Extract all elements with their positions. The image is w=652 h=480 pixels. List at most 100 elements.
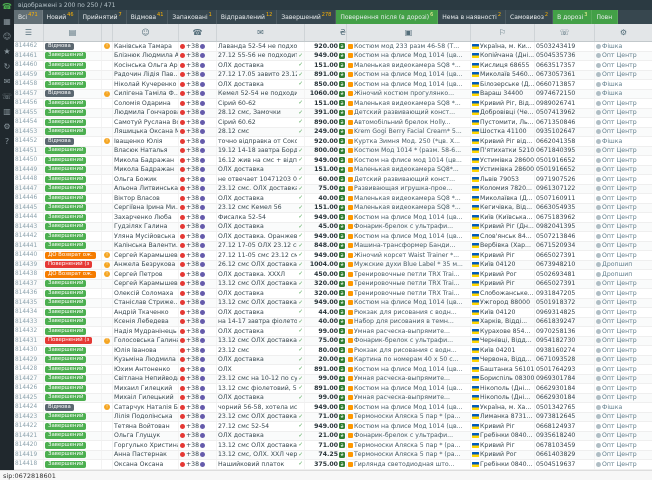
customer-cell[interactable]: Олексій Соломаха xyxy=(113,289,179,298)
customer-cell[interactable]: Сергей Карамышев xyxy=(113,280,179,289)
viber-icon[interactable] xyxy=(200,82,205,87)
call-icon[interactable] xyxy=(180,329,185,334)
call-icon[interactable] xyxy=(180,82,185,87)
customer-cell[interactable]: Альона Литвинська xyxy=(113,185,179,194)
status-cell[interactable]: Відмова xyxy=(44,42,102,51)
status-cell[interactable]: Завершений xyxy=(44,71,102,80)
contact-cell[interactable]: +38 xyxy=(179,299,217,308)
customer-cell[interactable]: Канівська Тамара xyxy=(113,42,179,51)
viber-icon[interactable] xyxy=(200,148,205,153)
customer-cell[interactable]: Юлія Іванова xyxy=(113,346,179,355)
status-cell[interactable]: Завершений xyxy=(44,204,102,213)
viber-icon[interactable] xyxy=(200,424,205,429)
call-icon[interactable] xyxy=(180,310,185,315)
status-cell[interactable]: Завершений xyxy=(44,109,102,118)
status-cell[interactable]: Завершений xyxy=(44,422,102,431)
product-cell[interactable]: Фонарик-брелок с ультрафи... xyxy=(347,432,471,441)
table-row[interactable]: 814446 Завершений ! Віктор Власов +38 ОЛ… xyxy=(14,194,652,204)
contact-cell[interactable]: +38 xyxy=(179,128,217,137)
customer-cell[interactable]: Власюк Наталья xyxy=(113,147,179,156)
viber-icon[interactable] xyxy=(200,243,205,248)
product-cell[interactable]: Костюм на флисе Мод 1014 (цв... xyxy=(347,80,471,89)
info-cell[interactable]: ! xyxy=(102,308,113,317)
call-icon[interactable] xyxy=(180,177,185,182)
table-row[interactable]: 814453 Завершений ! Ляшицька Оксана М...… xyxy=(14,128,652,138)
status-cell[interactable]: Повернений (з xyxy=(44,261,102,270)
viber-icon[interactable] xyxy=(200,262,205,267)
phone-icon[interactable]: ☏ xyxy=(2,92,12,102)
customer-cell[interactable]: Андрій Ткаченко xyxy=(113,308,179,317)
contact-cell[interactable]: +38 xyxy=(179,99,217,108)
contact-cell[interactable]: +38 xyxy=(179,166,217,175)
column-header-product[interactable]: ▣ xyxy=(347,24,471,41)
contact-cell[interactable]: +38 xyxy=(179,280,217,289)
customer-cell[interactable]: Уляна Мусійовська xyxy=(113,232,179,241)
info-cell[interactable]: ! xyxy=(102,318,113,327)
table-row[interactable]: 814459 Завершений ! Радочин Лідія Пав...… xyxy=(14,71,652,81)
info-cell[interactable]: ! xyxy=(102,80,113,89)
contact-cell[interactable]: +38 xyxy=(179,460,217,469)
mail-icon[interactable]: ✉ xyxy=(4,77,11,87)
status-tab[interactable]: Відмова 41 xyxy=(127,10,169,24)
info-cell[interactable]: ! xyxy=(102,147,113,156)
info-cell[interactable]: ! xyxy=(102,346,113,355)
status-tab[interactable]: Повернення після (в дорозі) 6 xyxy=(336,10,438,24)
status-cell[interactable]: Завершений xyxy=(44,384,102,393)
status-cell[interactable]: Завершений xyxy=(44,327,102,336)
table-row[interactable]: 814431 Повернений (з ! Голосовська Галин… xyxy=(14,337,652,347)
product-cell[interactable]: Картина по номерам 40 х 50 с... xyxy=(347,356,471,365)
status-cell[interactable]: Завершений xyxy=(44,346,102,355)
product-cell[interactable]: Костюм на флисе Мод 1014 (цв... xyxy=(347,232,471,241)
settings-icon[interactable]: ⚙ xyxy=(3,122,10,132)
contact-cell[interactable]: +38 xyxy=(179,175,217,184)
info-cell[interactable]: ! xyxy=(102,232,113,241)
viber-icon[interactable] xyxy=(200,110,205,115)
info-cell[interactable]: ! xyxy=(102,261,113,270)
contact-cell[interactable]: +38 xyxy=(179,90,217,99)
status-cell[interactable]: ДО Возврат ож. xyxy=(44,270,102,279)
product-cell[interactable]: Костюм Мод 1014 * (разм. 58-6... xyxy=(347,147,471,156)
call-icon[interactable] xyxy=(180,319,185,324)
status-cell[interactable]: Завершений xyxy=(44,156,102,165)
contact-cell[interactable]: +38 xyxy=(179,71,217,80)
viber-icon[interactable] xyxy=(200,186,205,191)
call-icon[interactable] xyxy=(180,63,185,68)
column-header-contact[interactable]: ☎ xyxy=(179,24,217,41)
product-cell[interactable]: Рюкзак для рисования с водн... xyxy=(347,346,471,355)
call-icon[interactable] xyxy=(180,148,185,153)
info-cell[interactable]: ! xyxy=(102,204,113,213)
viber-icon[interactable] xyxy=(200,215,205,220)
customer-cell[interactable]: Косінська Ольга Ар... xyxy=(113,61,179,70)
contact-cell[interactable]: +38 xyxy=(179,204,217,213)
customer-cell[interactable]: Ляшицька Оксана М... xyxy=(113,128,179,137)
contact-cell[interactable]: +38 xyxy=(179,223,217,232)
call-icon[interactable] xyxy=(180,234,185,239)
table-row[interactable]: 814434 Завершений ! Андрій Ткаченко +38 … xyxy=(14,308,652,318)
info-cell[interactable]: ! xyxy=(102,42,113,51)
customer-cell[interactable]: Блізнюк Людмила А... xyxy=(113,52,179,61)
status-cell[interactable]: Завершений xyxy=(44,213,102,222)
customer-cell[interactable]: Силігена Таміла Ф... xyxy=(113,90,179,99)
status-cell[interactable]: Завершений xyxy=(44,166,102,175)
table-row[interactable]: 814435 Завершений ! Станіслав Стриже... … xyxy=(14,299,652,309)
status-cell[interactable]: Повернений (з xyxy=(44,337,102,346)
info-cell[interactable]: ! xyxy=(102,413,113,422)
contact-cell[interactable]: +38 xyxy=(179,346,217,355)
table-row[interactable]: 814450 Завершений ! Микола Бадражан +38 … xyxy=(14,156,652,166)
status-cell[interactable]: Завершений xyxy=(44,432,102,441)
column-header-info[interactable] xyxy=(102,24,113,41)
help-icon[interactable]: ? xyxy=(5,137,9,147)
customer-cell[interactable]: Микола Бадражан xyxy=(113,166,179,175)
viber-icon[interactable] xyxy=(200,205,205,210)
user-icon[interactable]: ☺ xyxy=(3,32,11,42)
status-tab[interactable]: Повн xyxy=(592,10,618,24)
info-cell[interactable]: ! xyxy=(102,356,113,365)
table-row[interactable]: 814449 Завершений ! Микола Бадражан +38 … xyxy=(14,166,652,176)
status-cell[interactable]: Завершений xyxy=(44,451,102,460)
viber-icon[interactable] xyxy=(200,72,205,77)
table-row[interactable]: 814438 ДО Возврат ож. ! Сергей Петров +3… xyxy=(14,270,652,280)
viber-icon[interactable] xyxy=(200,338,205,343)
status-cell[interactable]: Завершений xyxy=(44,118,102,127)
table-row[interactable]: 814430 Завершений ! Юлія Іванова +38 23.… xyxy=(14,346,652,356)
column-header-status[interactable]: ▤ xyxy=(44,24,102,41)
